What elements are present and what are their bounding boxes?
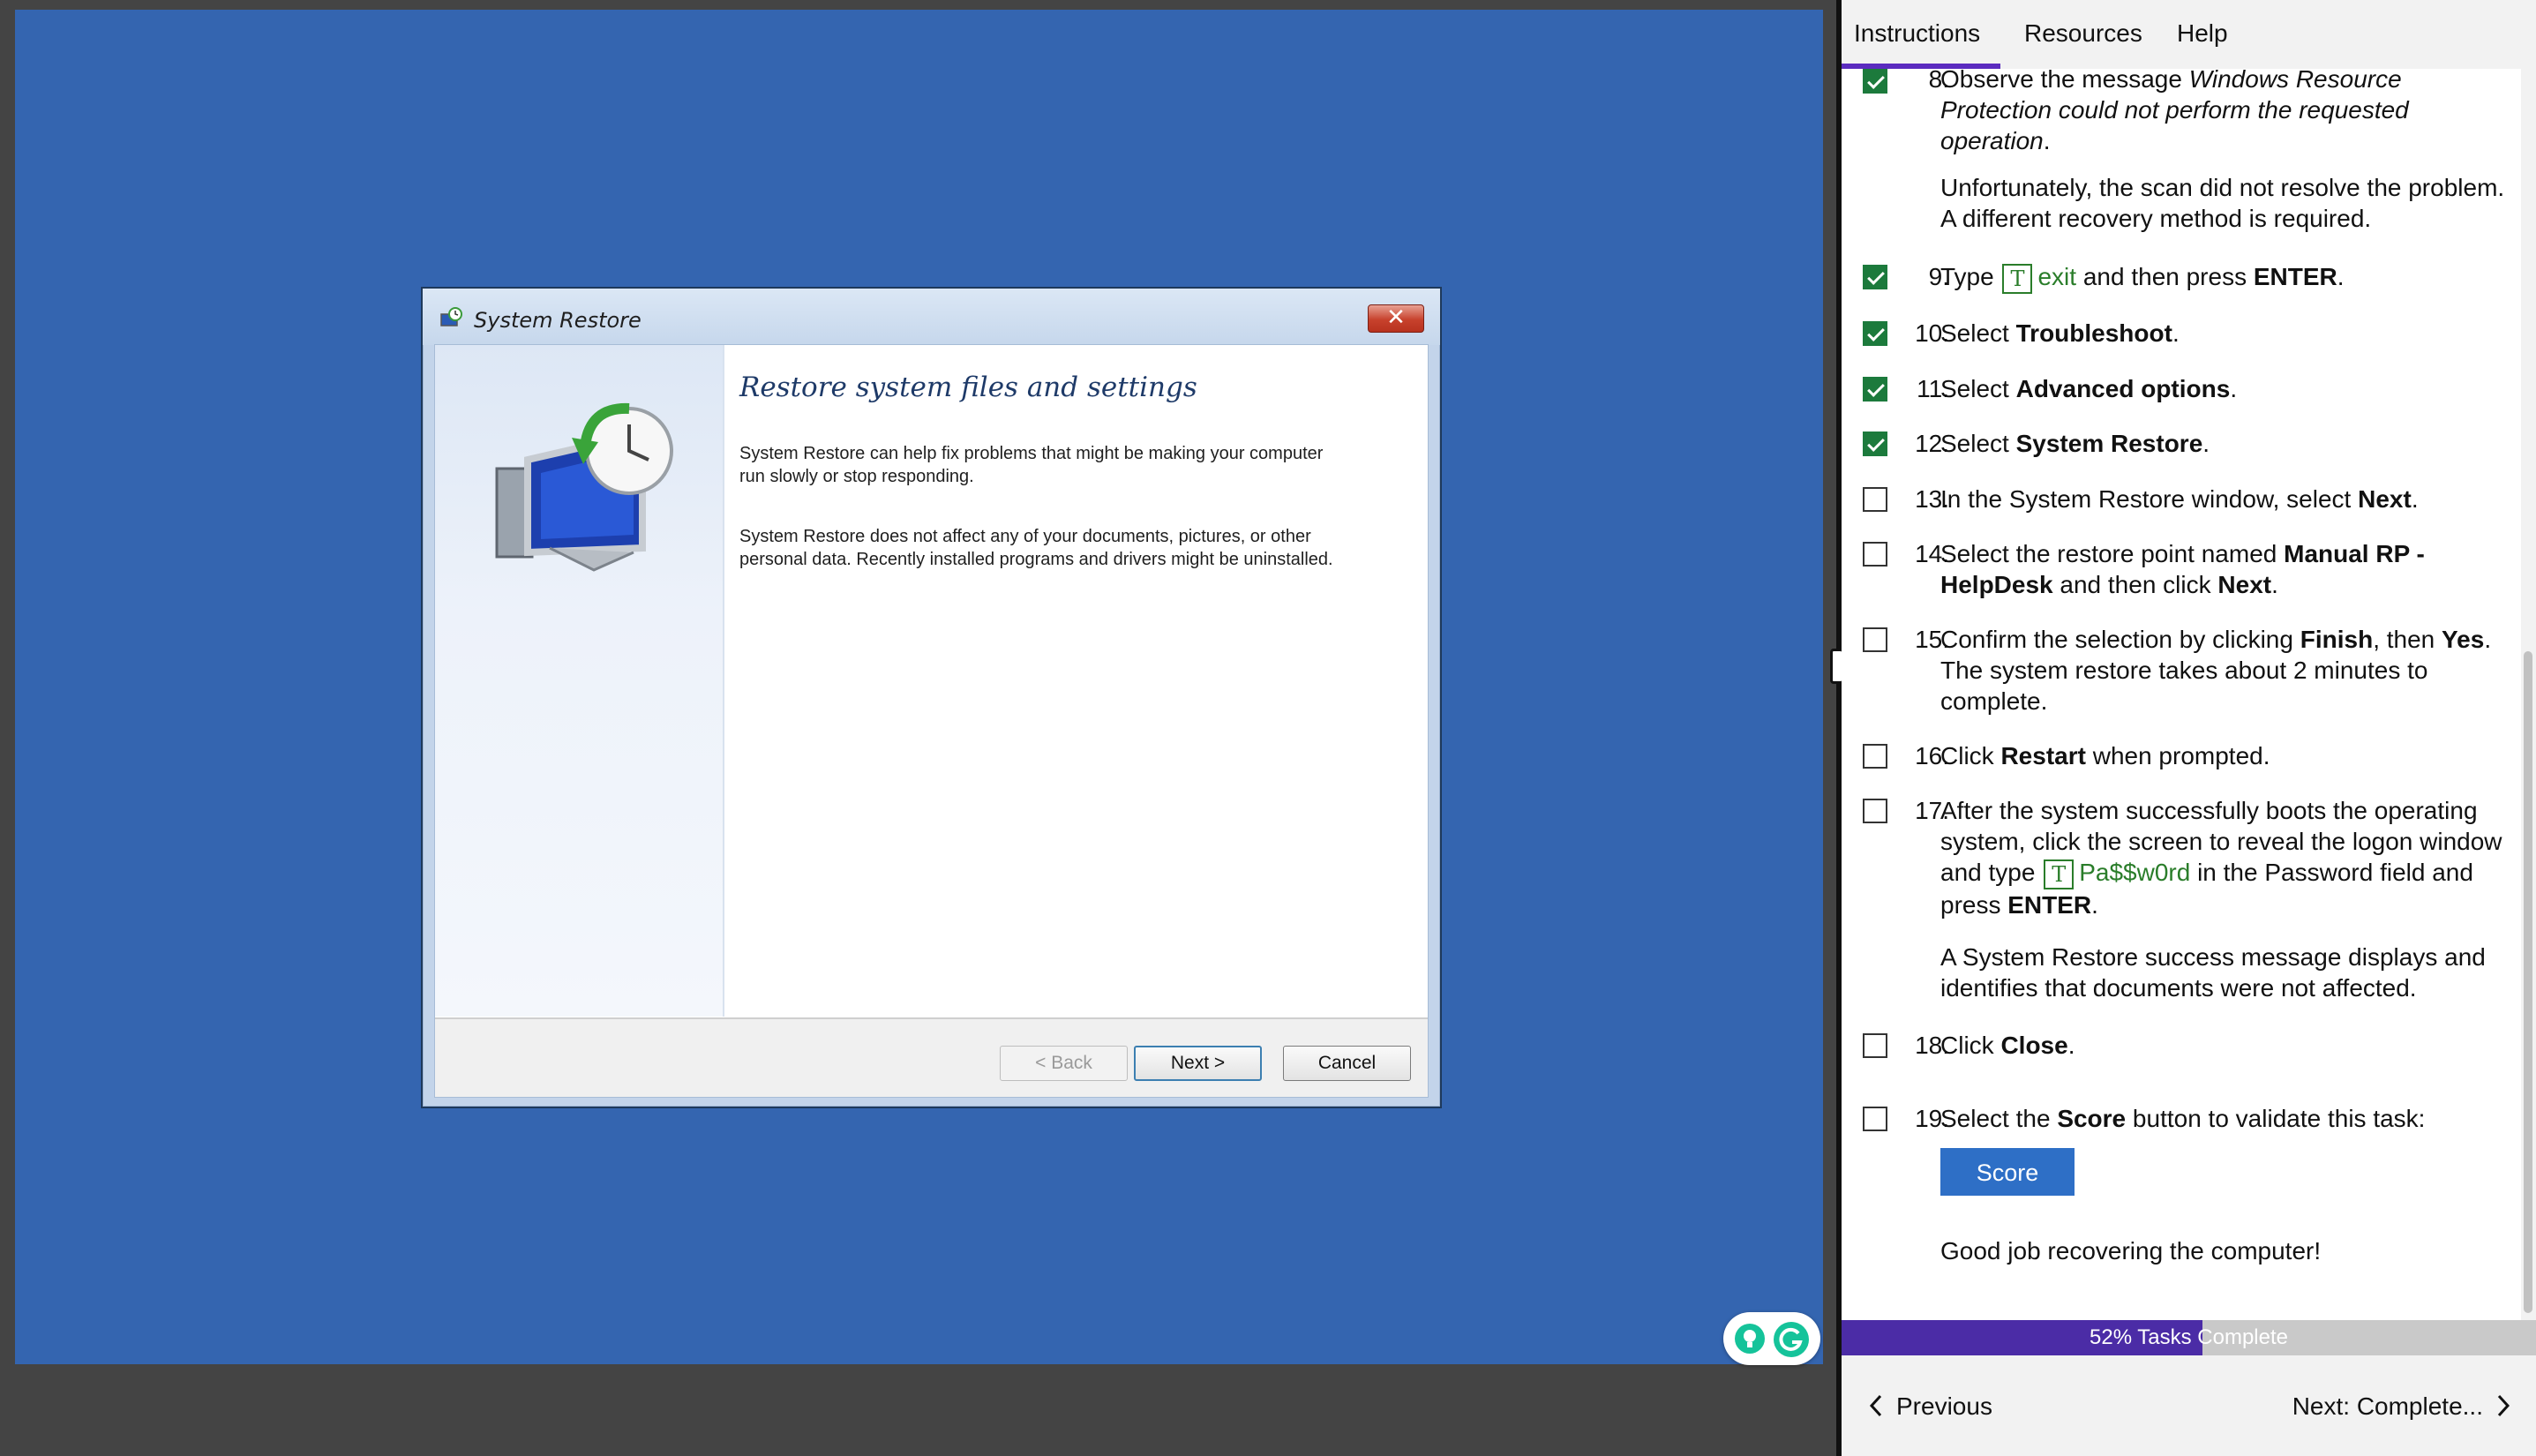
type-text-icon[interactable]: T bbox=[2044, 859, 2075, 889]
step-text: Type Texit and then press ENTER. bbox=[1940, 261, 2505, 294]
chevron-right-icon bbox=[2497, 1394, 2510, 1417]
window-title: System Restore bbox=[474, 308, 642, 333]
step-checkbox[interactable] bbox=[1863, 1107, 1887, 1131]
step-checkbox[interactable] bbox=[1863, 321, 1887, 346]
step-checkbox[interactable] bbox=[1863, 627, 1887, 652]
close-icon: ✕ bbox=[1386, 304, 1406, 331]
wizard-heading: Restore system files and settings bbox=[739, 372, 1197, 403]
step-checkbox[interactable] bbox=[1863, 487, 1887, 512]
chevron-left-icon bbox=[1869, 1394, 1882, 1417]
step-text: Confirm the selection by clicking Finish… bbox=[1940, 626, 2492, 715]
next-task-label: Next: Complete... bbox=[2292, 1392, 2483, 1420]
tab-instructions[interactable]: Instructions bbox=[1854, 19, 1980, 48]
lightbulb-icon[interactable] bbox=[1734, 1323, 1766, 1355]
next-task-button[interactable]: Next: Complete... bbox=[2292, 1392, 2511, 1421]
step-checkbox[interactable] bbox=[1863, 744, 1887, 769]
grammarly-widget[interactable] bbox=[1723, 1312, 1820, 1365]
step-text: Select the Score button to validate this… bbox=[1940, 1105, 2426, 1132]
step-note: Unfortunately, the scan did not resolve … bbox=[1940, 174, 2505, 232]
window-body: Restore system files and settings System… bbox=[434, 344, 1429, 1098]
next-button[interactable]: Next > bbox=[1134, 1046, 1262, 1081]
instruction-steps: 8. Observe the message Windows Resource … bbox=[1842, 69, 2521, 1320]
step-checkbox[interactable] bbox=[1863, 542, 1887, 567]
lab-instructions-panel: Instructions Resources Help 8. Observe t… bbox=[1842, 0, 2536, 1456]
step-text: Select Troubleshoot. bbox=[1940, 319, 2180, 347]
step-note: A System Restore success message display… bbox=[1940, 943, 2486, 1002]
step-text: Click Restart when prompted. bbox=[1940, 742, 2270, 769]
system-restore-window: System Restore ✕ Restore system files an… bbox=[421, 287, 1442, 1108]
step-text: Select the restore point named Manual RP… bbox=[1940, 540, 2425, 598]
close-button[interactable]: ✕ bbox=[1368, 304, 1424, 333]
wizard-paragraph-1: System Restore can help fix problems tha… bbox=[739, 444, 1324, 486]
wizard-sidebar bbox=[435, 345, 724, 1017]
step-checkbox[interactable] bbox=[1863, 69, 1887, 94]
panel-tabs: Instructions Resources Help bbox=[1842, 0, 2536, 69]
type-text-icon[interactable]: T bbox=[2002, 263, 2033, 294]
previous-label: Previous bbox=[1896, 1392, 1992, 1420]
step-text: In the System Restore window, select Nex… bbox=[1940, 485, 2419, 513]
typed-text[interactable]: Pa$$w0rd bbox=[2079, 859, 2190, 886]
step-text: Click Close. bbox=[1940, 1032, 2075, 1059]
step-checkbox[interactable] bbox=[1863, 432, 1887, 456]
progress-bar: 52% Tasks Complete bbox=[1842, 1320, 2536, 1355]
system-restore-icon bbox=[440, 307, 462, 326]
wizard-content: Restore system files and settings System… bbox=[739, 345, 1428, 1016]
previous-button[interactable]: Previous bbox=[1868, 1392, 1992, 1421]
step-note: Good job recovering the computer! bbox=[1940, 1237, 2322, 1265]
wizard-paragraph-2: System Restore does not affect any of yo… bbox=[739, 527, 1333, 569]
progress-label: 52% Tasks Complete bbox=[2090, 1325, 2288, 1349]
grammarly-icon[interactable] bbox=[1773, 1321, 1810, 1358]
step-text: Select Advanced options. bbox=[1940, 375, 2238, 402]
step-checkbox[interactable] bbox=[1863, 265, 1887, 289]
remote-desktop[interactable]: System Restore ✕ Restore system files an… bbox=[15, 10, 1823, 1364]
step-checkbox[interactable] bbox=[1863, 799, 1887, 823]
step-text: Observe the message Windows Resource Pro… bbox=[1940, 69, 2409, 154]
system-restore-hero-icon bbox=[495, 402, 673, 572]
back-button[interactable]: < Back bbox=[1000, 1046, 1128, 1081]
step-text: After the system successfully boots the … bbox=[1940, 797, 2502, 919]
step-checkbox[interactable] bbox=[1863, 1033, 1887, 1058]
navigation-bar: Previous Next: Complete... bbox=[1842, 1355, 2536, 1456]
tab-help[interactable]: Help bbox=[2177, 19, 2228, 48]
tab-resources[interactable]: Resources bbox=[2024, 19, 2142, 48]
window-title-bar[interactable]: System Restore ✕ bbox=[423, 289, 1440, 345]
step-text: Select System Restore. bbox=[1940, 430, 2210, 457]
scrollbar-thumb[interactable] bbox=[2524, 651, 2532, 1313]
score-button[interactable]: Score bbox=[1940, 1148, 2075, 1196]
step-checkbox[interactable] bbox=[1863, 377, 1887, 402]
typed-text[interactable]: exit bbox=[2037, 263, 2076, 290]
wizard-footer: < Back Next > Cancel bbox=[435, 1017, 1428, 1097]
cancel-button[interactable]: Cancel bbox=[1283, 1046, 1411, 1081]
